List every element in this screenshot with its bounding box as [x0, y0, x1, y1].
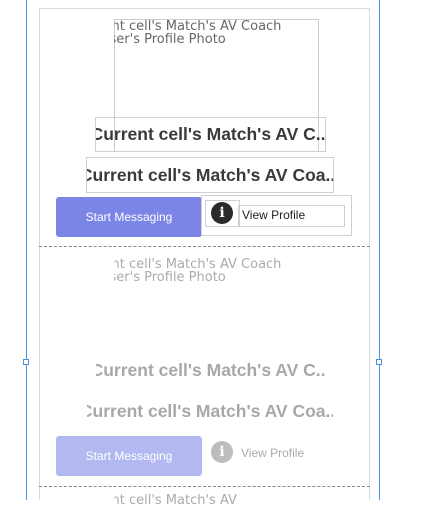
cell-divider — [39, 486, 370, 487]
coach-name-long: Current cell's Match's AV Coa... — [86, 400, 334, 421]
selection-frame-left — [26, 0, 27, 500]
cell-divider — [39, 246, 370, 247]
coach-name-short: Current cell's Match's AV C... — [95, 117, 326, 152]
info-icon[interactable]: i — [211, 441, 233, 463]
start-messaging-button[interactable]: Start Messaging — [56, 436, 202, 476]
start-messaging-button[interactable]: Start Messaging — [56, 197, 202, 237]
profile-photo-alt-text: Current cell's Match's AV Coach User's P… — [114, 258, 282, 284]
resize-handle-right[interactable] — [376, 359, 382, 365]
profile-photo-alt-text: Current cell's Match's AV — [114, 494, 237, 507]
resize-handle-left[interactable] — [23, 359, 29, 365]
coach-name-short: Current cell's Match's AV C... — [95, 360, 326, 380]
profile-photo-alt-text: Current cell's Match's AV Coach User's P… — [114, 20, 282, 46]
view-profile-link[interactable]: View Profile — [238, 444, 345, 464]
info-icon[interactable]: i — [211, 202, 233, 224]
view-profile-link[interactable]: View Profile — [238, 205, 345, 227]
selection-frame-right — [379, 0, 380, 500]
coach-name-long: Current cell's Match's AV Coa... — [86, 157, 334, 193]
